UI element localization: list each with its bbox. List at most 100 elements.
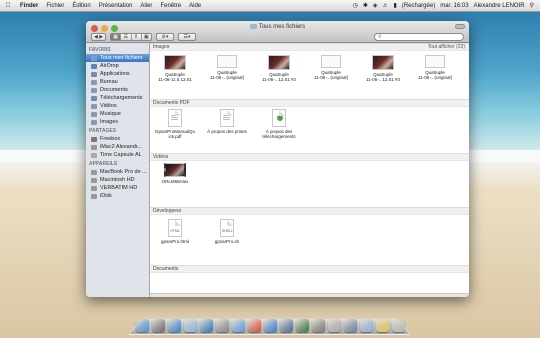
file-item[interactable]: Quatruple 11-06-...12.01 #3 xyxy=(362,55,404,82)
spotlight-icon[interactable]: ⚲ xyxy=(530,2,534,9)
trash-icon[interactable] xyxy=(391,319,405,332)
itunes-icon[interactable] xyxy=(263,319,277,332)
finder-icon[interactable] xyxy=(135,319,149,332)
sidebar-header-partages: PARTAGES xyxy=(89,128,117,134)
file-item-label: À propos des prises xyxy=(207,129,247,134)
back-forward-buttons[interactable]: ◀ ▶ xyxy=(91,33,106,41)
pdf-document-icon xyxy=(272,109,286,127)
toolbar-toggle-button[interactable] xyxy=(455,24,465,29)
sidebar-item-favoris-4[interactable]: Documents xyxy=(86,86,149,94)
sidebar-item-favoris-6[interactable]: Vidéos xyxy=(86,102,149,110)
launchpad-icon[interactable] xyxy=(151,319,165,332)
menu-fenetre[interactable]: Fenêtre xyxy=(156,3,185,9)
file-content-area: Images Tout afficher (23) Quatruple 11-0… xyxy=(150,43,469,297)
search-icon: ⚲ xyxy=(378,34,382,40)
sidebar-item-partages-0[interactable]: Freebox xyxy=(86,135,149,143)
wifi-icon[interactable]: ◈ xyxy=(373,2,378,9)
mail-icon[interactable] xyxy=(183,319,197,332)
section-header: Développeur xyxy=(150,207,469,215)
file-item[interactable]: Quatruple 11-06-...(original) xyxy=(310,55,352,80)
sidebar-item-appareils-1[interactable]: Macintosh HD xyxy=(86,176,149,184)
icon-view-button[interactable]: ▦ xyxy=(111,34,122,40)
sidebar-item-favoris-0[interactable]: Tous mes fichiers xyxy=(86,54,149,62)
search-field[interactable]: ⚲ xyxy=(374,33,464,41)
file-item[interactable]: GpsarProManualQu ick.pdf xyxy=(154,109,196,139)
apple-menu-icon[interactable]:  xyxy=(0,2,16,9)
file-item[interactable]: Quatruple 11-06-11 à 12.01 xyxy=(154,55,196,82)
user-name[interactable]: Alexandre LENOIR xyxy=(474,3,525,9)
iphoto-icon[interactable] xyxy=(279,319,293,332)
sidebar-item-appareils-2[interactable]: VERBATIM HD xyxy=(86,184,149,192)
section-header: Documents PDF xyxy=(150,99,469,107)
folder-stack-icon[interactable] xyxy=(359,319,373,332)
file-item[interactable]: Quatruple 11-06-...12.01 #2 xyxy=(258,55,300,82)
video-thumbnail xyxy=(164,163,186,177)
downloads-stack-icon[interactable] xyxy=(343,319,357,332)
pictures-icon xyxy=(91,119,97,125)
column-view-button[interactable]: ‖ xyxy=(132,34,142,40)
show-all-link[interactable]: Tout afficher (23) xyxy=(428,44,465,51)
menu-fichier[interactable]: Fichier xyxy=(42,3,68,9)
ical-icon[interactable] xyxy=(247,319,261,332)
sidebar-item-appareils-3[interactable]: iDisk xyxy=(86,192,149,200)
time-machine-icon[interactable] xyxy=(295,319,309,332)
file-item-label: ORLM68Alex xyxy=(161,179,189,184)
sidebar-item-favoris-2[interactable]: Applications xyxy=(86,70,149,78)
action-menu-button[interactable]: ⚙▾ xyxy=(156,33,174,41)
window-titlebar: Tous mes fichiers ◀ ▶ ▦ ☰ ‖ ▣ ⚙▾ ☰▾ ⚲ xyxy=(86,21,469,43)
list-view-button[interactable]: ☰ xyxy=(121,34,132,40)
sidebar-item-favoris-8[interactable]: Images xyxy=(86,118,149,126)
cover-flow-button[interactable]: ▣ xyxy=(142,34,151,40)
arrange-menu-button[interactable]: ☰▾ xyxy=(178,33,196,41)
file-item[interactable]: Quatruple 11-06-...(original) xyxy=(206,55,248,80)
sidebar-item-appareils-0[interactable]: MacBook Pro de ... xyxy=(86,168,149,176)
sidebar-item-favoris-1[interactable]: AirDrop xyxy=(86,62,149,70)
finder-window: Tous mes fichiers ◀ ▶ ▦ ☰ ‖ ▣ ⚙▾ ☰▾ ⚲ FA… xyxy=(86,21,469,297)
itunes-icon[interactable] xyxy=(231,319,245,332)
image-thumbnail xyxy=(268,55,290,70)
preview-icon[interactable] xyxy=(327,319,341,332)
menu-app-name[interactable]: Finder xyxy=(16,3,42,9)
menu-edition[interactable]: Édition xyxy=(68,3,94,9)
section-header: Vidéos xyxy=(150,153,469,161)
laptop-icon xyxy=(91,169,97,175)
menu-aller[interactable]: Aller xyxy=(136,3,156,9)
volume-icon[interactable]: ♬ xyxy=(383,3,389,9)
utility-icon[interactable] xyxy=(311,319,325,332)
sidebar-item-partages-1[interactable]: iMac2 Alexandr... xyxy=(86,143,149,151)
section-title: Documents PDF xyxy=(153,100,190,106)
sidebar-item-label: Time Capsule AL xyxy=(100,152,142,158)
pdf-document-icon xyxy=(168,109,182,127)
file-item[interactable]: SHELL gpsarPro.sh xyxy=(206,219,248,244)
system-preferences-icon[interactable] xyxy=(215,319,229,332)
bluetooth-icon[interactable]: ✱ xyxy=(363,2,368,9)
file-item[interactable]: HTML gpsarPro.html xyxy=(154,219,196,244)
battery-icon[interactable]: ▮ xyxy=(394,2,397,9)
sidebar-item-favoris-5[interactable]: Téléchargements xyxy=(86,94,149,102)
menu-presentation[interactable]: Présentation xyxy=(95,3,137,9)
sidebar-item-partages-2[interactable]: Time Capsule AL xyxy=(86,151,149,159)
safari-icon[interactable] xyxy=(167,319,181,332)
all-files-icon xyxy=(91,55,97,61)
section-title: Développeur xyxy=(153,208,182,214)
hard-drive-icon xyxy=(91,177,97,183)
file-item[interactable]: À propos des téléchargements xyxy=(258,109,300,139)
sidebar-item-favoris-3[interactable]: Bureau xyxy=(86,78,149,86)
file-item[interactable]: Quatruple 11-06-...(original) xyxy=(414,55,456,80)
section-header: Images Tout afficher (23) xyxy=(150,43,469,51)
dock xyxy=(130,314,410,332)
file-item[interactable]: À propos des prises xyxy=(206,109,248,134)
window-title: Tous mes fichiers xyxy=(86,24,469,30)
battery-status[interactable]: (Rechargée) xyxy=(402,3,435,9)
app-store-icon[interactable] xyxy=(199,319,213,332)
sidebar-item-favoris-7[interactable]: Musique xyxy=(86,110,149,118)
desktop-icon xyxy=(91,79,97,85)
imac-icon xyxy=(91,144,97,150)
file-item[interactable]: ORLM68Alex xyxy=(154,163,196,184)
time-machine-status-icon[interactable]: ◷ xyxy=(353,2,358,9)
file-type-badge: SHELL xyxy=(222,229,234,233)
clock[interactable]: mar. 16:03 xyxy=(440,3,468,9)
menu-aide[interactable]: Aide xyxy=(185,3,205,9)
notes-icon[interactable] xyxy=(375,319,389,332)
movies-icon xyxy=(91,103,97,109)
